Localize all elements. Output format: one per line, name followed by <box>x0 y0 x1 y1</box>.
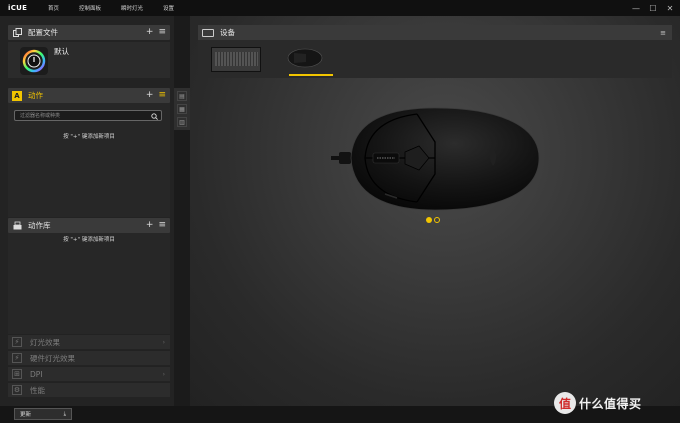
lightning-icon: ⚡ <box>12 337 22 347</box>
app-logo: iCUE <box>8 4 28 12</box>
view-detail-icon[interactable]: ▥ <box>177 117 187 127</box>
download-icon: ⤓ <box>63 410 66 417</box>
lightning-icon: ⚡ <box>12 353 22 363</box>
section-hardware-lighting[interactable]: ⚡ 硬件灯光效果 <box>8 350 170 365</box>
title-bar: iCUE 首页 控制面板 瞬时灯光 设置 — ☐ ✕ <box>0 0 680 16</box>
maximize-button[interactable]: ☐ <box>649 4 657 13</box>
view-grid-icon[interactable]: ▦ <box>177 104 187 114</box>
section-performance[interactable]: ⚙ 性能 <box>8 382 170 397</box>
library-hint: 按 "+" 键添加新项目 <box>63 237 115 243</box>
profiles-header: 配置文件 + ≡ <box>8 25 170 40</box>
action-library-panel: 按 "+" 键添加新项目 <box>8 233 170 335</box>
carousel-dot-active[interactable] <box>426 217 432 223</box>
device-strip <box>198 40 672 78</box>
device-carousel-dots <box>426 217 440 223</box>
section-label: DPI <box>30 369 43 379</box>
chevron-right-icon: › <box>162 370 165 378</box>
profile-name: 默认 <box>54 47 69 56</box>
update-button[interactable]: 更新 ⤓ <box>14 408 72 420</box>
nav-settings[interactable]: 设置 <box>163 4 174 12</box>
carousel-dot[interactable] <box>434 217 440 223</box>
main-area: 设备 ≡ <box>190 16 680 406</box>
update-label: 更新 <box>20 412 32 418</box>
library-menu-button[interactable]: ≡ <box>158 221 166 230</box>
device-mouse[interactable] <box>284 43 326 73</box>
dpi-icon: ⊞ <box>12 369 22 379</box>
add-profile-button[interactable]: + <box>146 28 154 37</box>
watermark-badge: 值 <box>554 392 576 414</box>
section-label: 性能 <box>30 385 45 395</box>
profiles-icon <box>12 28 22 38</box>
sidebar: 配置文件 + ≡ 默认 A 动作 + ≡ 过滤器名称或种类 按 "+" 键添加新… <box>0 16 174 406</box>
profile-icon <box>20 47 48 75</box>
devices-menu-button[interactable]: ≡ <box>660 29 666 37</box>
device-keyboard[interactable] <box>211 47 261 72</box>
actions-hint: 按 "+" 键添加新项目 <box>63 134 115 140</box>
search-placeholder: 过滤器名称或种类 <box>20 113 61 119</box>
devices-header: 设备 ≡ <box>198 25 672 40</box>
actions-search-input[interactable]: 过滤器名称或种类 <box>14 110 162 121</box>
selected-device-indicator <box>289 74 333 76</box>
add-library-button[interactable]: + <box>146 221 154 230</box>
minimize-button[interactable]: — <box>632 4 640 13</box>
section-label: 硬件灯光效果 <box>30 353 75 363</box>
close-button[interactable]: ✕ <box>666 4 674 13</box>
actions-badge: A <box>12 90 22 101</box>
profile-item-default[interactable]: 默认 <box>8 42 170 78</box>
action-library-title: 动作库 <box>28 221 51 230</box>
nav-home[interactable]: 首页 <box>48 4 59 12</box>
actions-title: 动作 <box>28 91 43 100</box>
chevron-right-icon: › <box>162 338 165 346</box>
mouse-render <box>331 107 540 211</box>
view-list-icon[interactable]: ▤ <box>177 91 187 101</box>
actions-panel: 过滤器名称或种类 按 "+" 键添加新项目 <box>8 103 170 217</box>
actions-menu-button[interactable]: ≡ <box>158 91 166 100</box>
nav-dashboard[interactable]: 控制面板 <box>79 4 101 12</box>
view-toolbar: ▤ ▦ ▥ <box>174 88 190 130</box>
window-controls: — ☐ ✕ <box>632 0 674 16</box>
watermark-text: 什么值得买 <box>579 396 642 411</box>
action-library-header: 动作库 + ≡ <box>8 218 170 233</box>
nav-instant-lighting[interactable]: 瞬时灯光 <box>121 4 143 12</box>
profiles-menu-button[interactable]: ≡ <box>158 28 166 37</box>
add-action-button[interactable]: + <box>146 91 154 100</box>
keyboard-icon <box>202 28 214 37</box>
devices-title: 设备 <box>220 28 235 37</box>
performance-icon: ⚙ <box>12 385 22 395</box>
search-icon[interactable] <box>151 111 158 122</box>
watermark: 值 什么值得买 <box>554 392 642 414</box>
section-lighting-effects[interactable]: ⚡ 灯光效果 › <box>8 334 170 349</box>
library-icon <box>12 221 22 231</box>
section-label: 灯光效果 <box>30 337 60 347</box>
profiles-title: 配置文件 <box>28 28 58 37</box>
section-dpi[interactable]: ⊞ DPI › <box>8 366 170 381</box>
actions-header: A 动作 + ≡ <box>8 88 170 103</box>
